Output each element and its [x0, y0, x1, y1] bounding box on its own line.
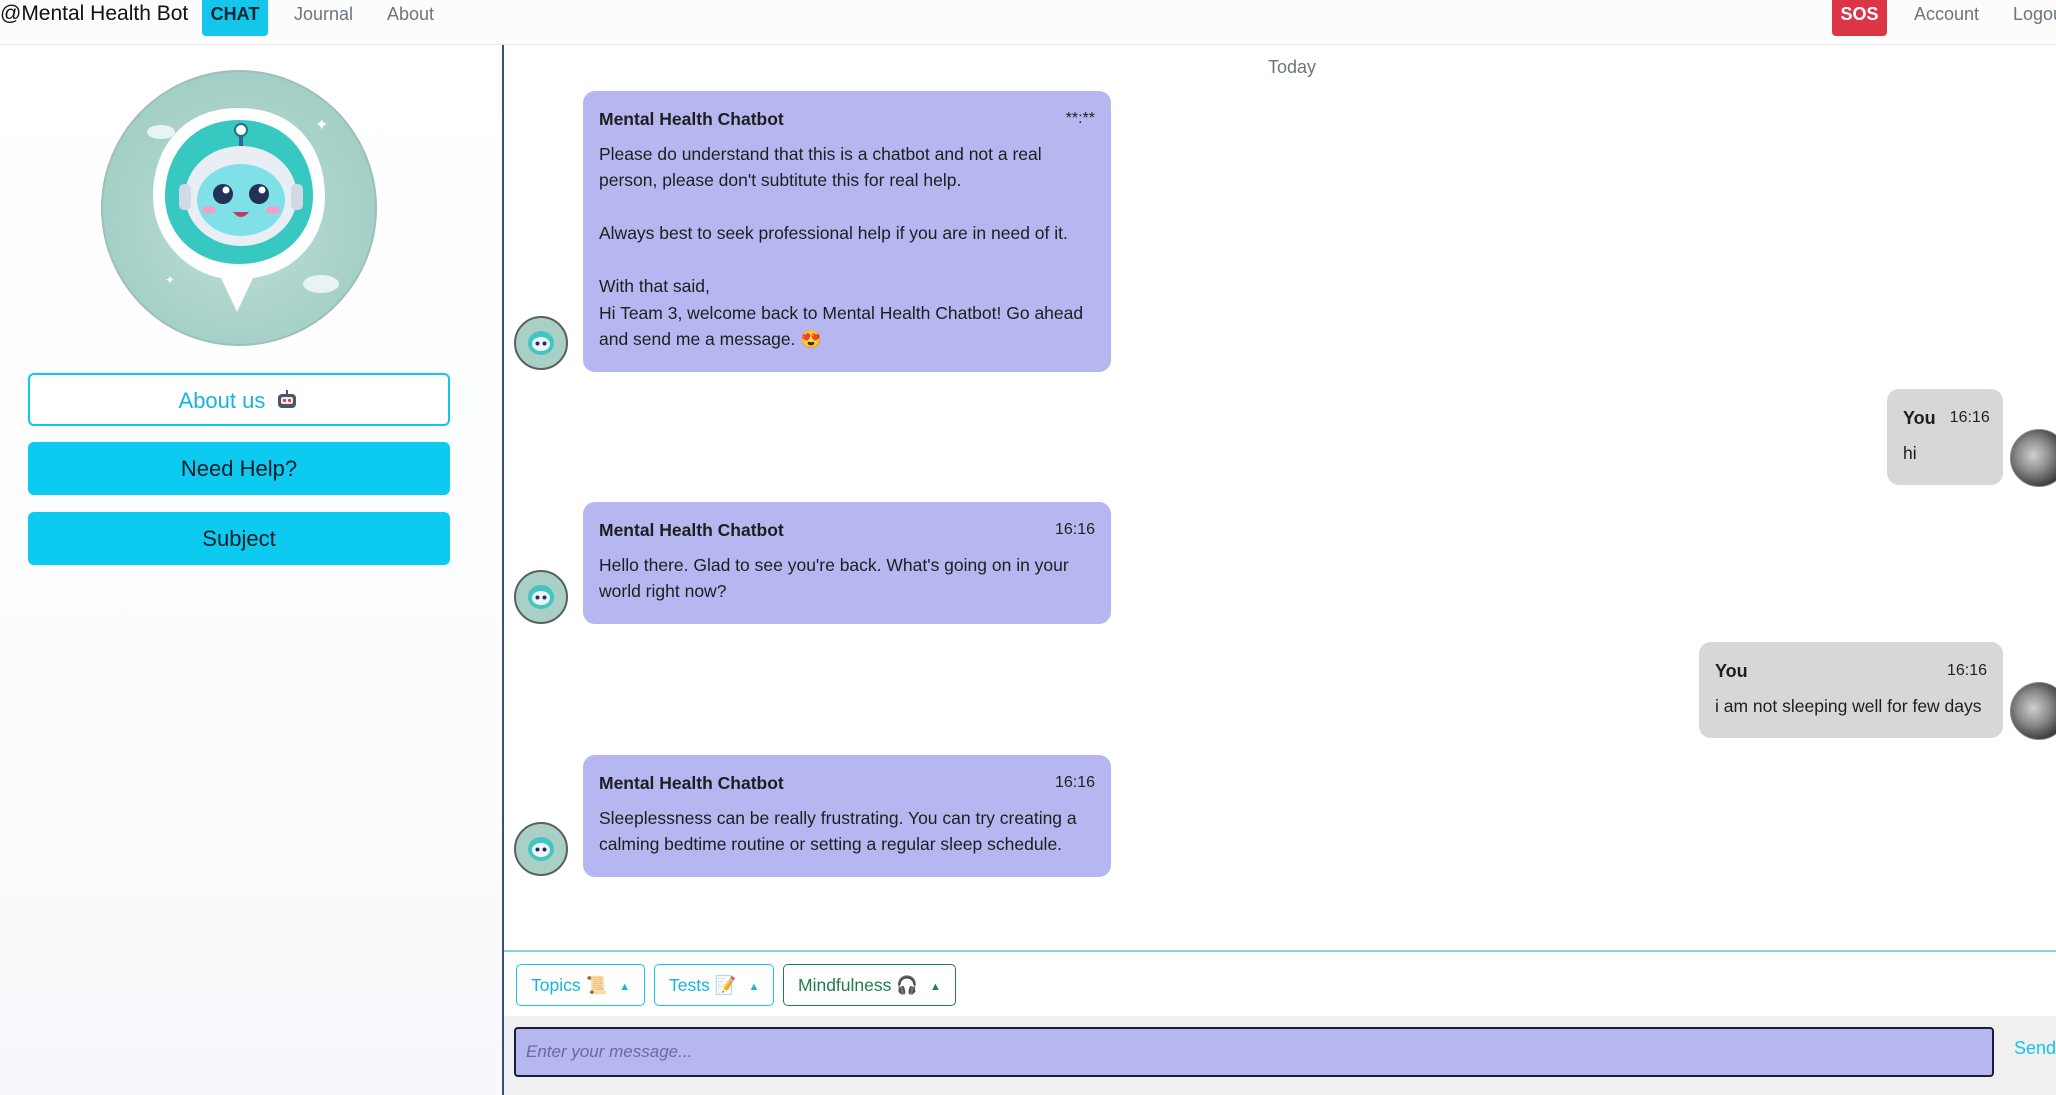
mindfulness-label: Mindfulness 🎧	[798, 975, 919, 995]
message-input[interactable]	[514, 1027, 1994, 1077]
nav-journal-link[interactable]: Journal	[294, 0, 353, 28]
about-us-label: About us	[178, 388, 266, 413]
quick-actions-toolbar: Topics 📜 ▲ Tests 📝 ▲ Mindfulness 🎧 ▲	[504, 950, 2056, 1018]
bot-message: Mental Health Chatbot **:** Please do und…	[583, 91, 1111, 372]
tests-dropdown[interactable]: Tests 📝 ▲	[654, 964, 775, 1006]
sender-name: You	[1715, 661, 1748, 681]
caret-up-icon: ▲	[930, 981, 941, 993]
message-line: Hi Team 3, welcome back to Mental Health…	[599, 302, 1084, 323]
sender-name: Mental Health Chatbot	[599, 520, 784, 540]
topics-dropdown[interactable]: Topics 📜 ▲	[516, 964, 646, 1006]
brand-title[interactable]: @Mental Health Bot	[0, 0, 188, 28]
message-line: i am not sleeping well for few days	[1715, 696, 1982, 716]
message-time: 16:16	[1946, 662, 1987, 679]
user-avatar	[2010, 429, 2056, 487]
day-separator: Today	[1268, 57, 1317, 77]
sender-name: Mental Health Chatbot	[599, 109, 784, 129]
sos-button[interactable]: SOS	[1832, 0, 1887, 36]
need-help-button[interactable]: Need Help?	[28, 442, 450, 495]
robot-icon	[275, 378, 299, 429]
send-button[interactable]: Send	[2014, 1038, 2056, 1059]
top-navbar: @Mental Health Bot CHAT Journal About SO…	[0, 0, 2056, 45]
message-line: calming bedtime routine or setting a reg…	[599, 834, 1063, 854]
bot-message: Mental Health Chatbot 16:16 Sleeplessness…	[583, 755, 1111, 877]
sidebar: ✦ ✦ About us Need Help? Subject	[0, 45, 504, 1095]
user-message: You 16:16 hi	[1887, 389, 2003, 485]
message-line: world right now?	[599, 581, 727, 601]
message-time: **:**	[1065, 110, 1095, 127]
nav-account-link[interactable]: Account	[1914, 0, 1979, 28]
caret-up-icon: ▲	[619, 981, 631, 993]
topics-label: Topics 📜	[531, 975, 608, 995]
bot-avatar	[514, 822, 568, 876]
message-time: 16:16	[1054, 521, 1095, 538]
bot-avatar	[514, 570, 568, 624]
user-message: You 16:16 i am not sleeping well for few …	[1699, 642, 2003, 738]
sender-name: Mental Health Chatbot	[599, 773, 784, 793]
bot-avatar	[514, 316, 568, 370]
caret-up-icon: ▲	[748, 981, 760, 993]
svg-text:✦: ✦	[165, 273, 175, 287]
message-line: Hello there. Glad to see you're back. Wh…	[599, 554, 1069, 575]
subject-button[interactable]: Subject	[28, 512, 450, 565]
message-time: 16:16	[1054, 774, 1095, 791]
message-line: hi	[1903, 443, 1917, 463]
svg-text:✦: ✦	[315, 117, 328, 134]
message-line: With that said,	[599, 276, 710, 296]
message-line: Always best to seek professional help if…	[599, 223, 1068, 243]
message-line	[599, 194, 1095, 221]
message-line	[599, 247, 1095, 274]
user-avatar	[2010, 682, 2056, 740]
sender-name: You	[1903, 408, 1936, 428]
message-line: and send me a message. 😍	[599, 329, 823, 349]
about-us-button[interactable]: About us	[28, 373, 450, 426]
mindfulness-dropdown[interactable]: Mindfulness 🎧 ▲	[783, 964, 956, 1006]
robot-mascot-icon: ✦ ✦	[147, 108, 339, 312]
chatbot-logo: ✦ ✦	[101, 70, 377, 346]
nav-about-link[interactable]: About	[387, 0, 434, 28]
message-time: 16:16	[1949, 409, 1990, 426]
message-line: Please do understand that this is a chat…	[599, 143, 1042, 164]
message-input-row: Send	[504, 1016, 2056, 1095]
message-line: person, please don't subtitute this for …	[599, 170, 962, 190]
bot-message: Mental Health Chatbot 16:16 Hello there. …	[583, 502, 1111, 624]
message-line: Sleeplessness can be really frustrating.…	[599, 807, 1077, 828]
chat-messages-area[interactable]: Today Mental Health Chatbot **:** Please …	[504, 45, 2056, 950]
nav-logout-link[interactable]: Logou	[2013, 0, 2056, 28]
tests-label: Tests 📝	[669, 975, 737, 995]
nav-chat-tab[interactable]: CHAT	[202, 0, 268, 36]
